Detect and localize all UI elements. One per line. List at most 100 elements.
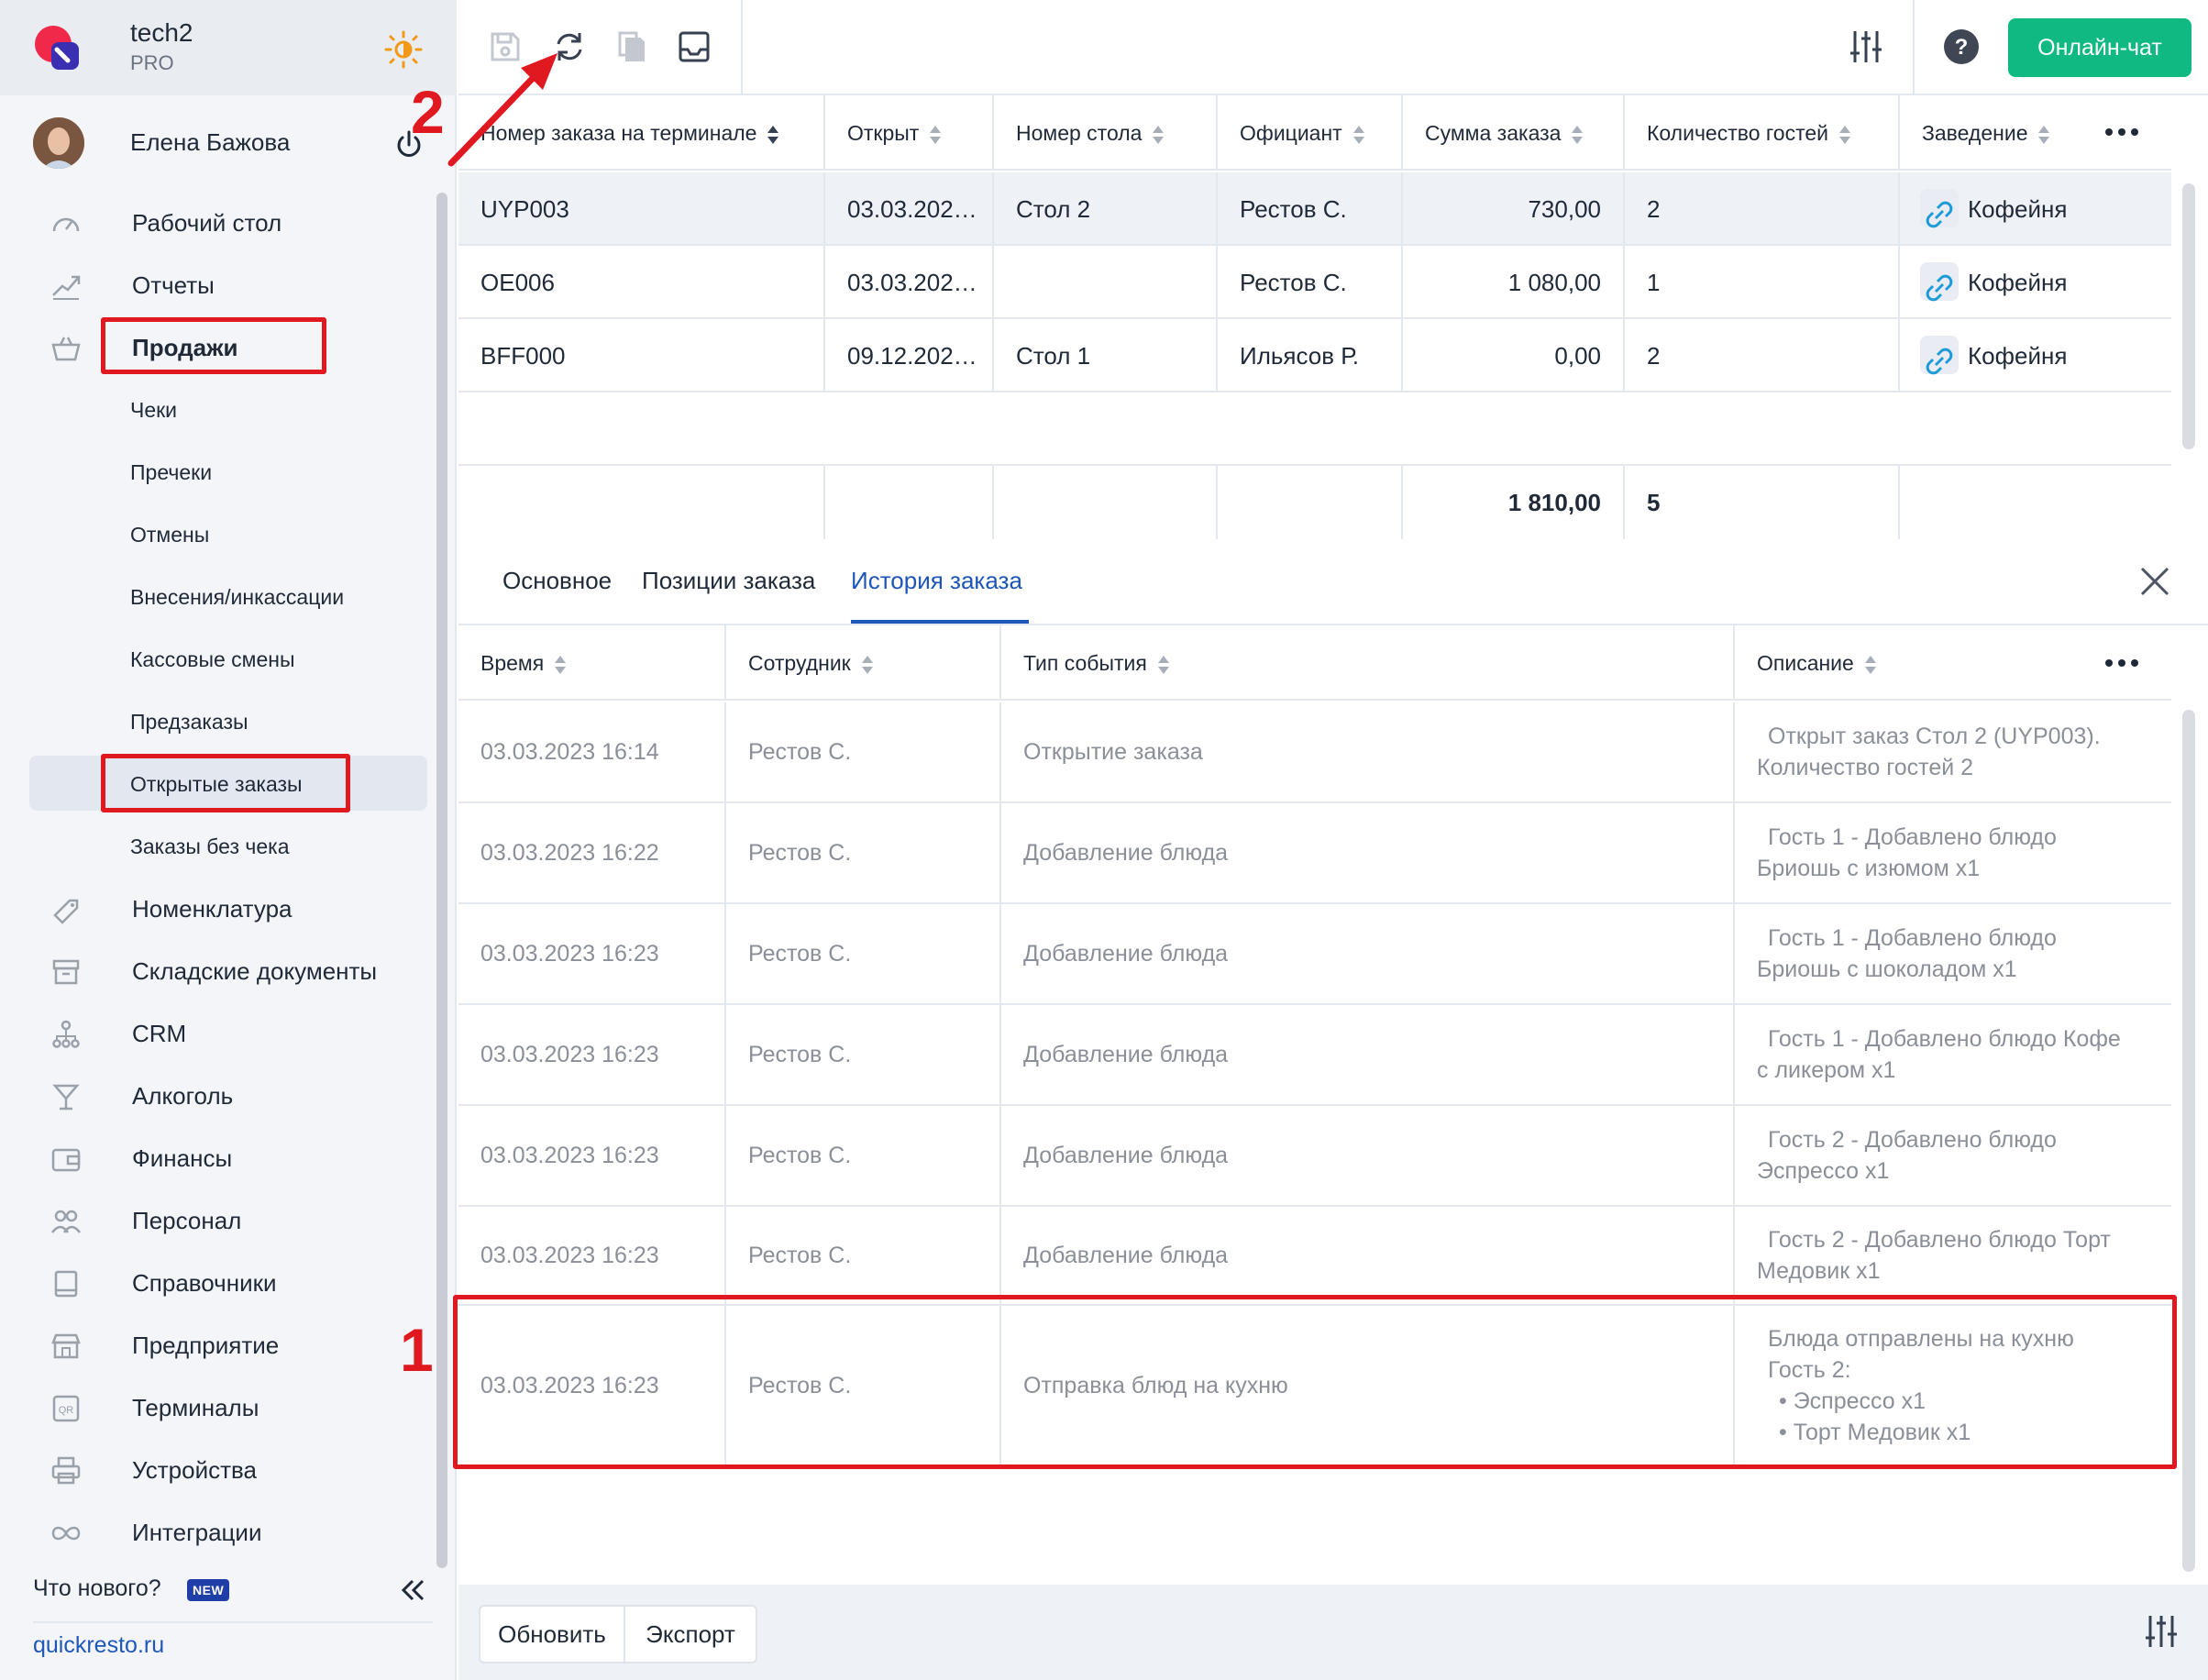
nav-staff[interactable]: Персонал: [0, 1192, 431, 1247]
tab-order-history[interactable]: История заказа: [851, 567, 1022, 595]
history-row[interactable]: 03.03.2023 16:14 Рестов С. Открытие зака…: [458, 702, 2171, 803]
table-row[interactable]: BFF000 09.12.202… Стол 1 Ильясов Р. 0,00…: [458, 319, 2171, 392]
sort-icon[interactable]: [1151, 124, 1165, 146]
nav-sub-receipts[interactable]: Чеки: [0, 381, 431, 437]
nav-sub-shifts[interactable]: Кассовые смены: [0, 631, 431, 686]
hierarchy-icon: [52, 1020, 80, 1048]
col-header-waiter[interactable]: Официант: [1218, 95, 1403, 171]
sort-icon[interactable]: [1863, 654, 1878, 676]
nav-reports[interactable]: Отчеты: [0, 257, 431, 312]
cell-event-type: Добавление блюда: [1001, 1106, 1735, 1205]
cell-time: 03.03.2023 16:23: [458, 1005, 726, 1104]
annotation-number-1: 1: [400, 1316, 434, 1384]
divider: [33, 1621, 433, 1623]
online-chat-button[interactable]: Онлайн-чат: [2008, 18, 2191, 77]
history-row[interactable]: 03.03.2023 16:23 Рестов С. Добавление бл…: [458, 904, 2171, 1005]
whats-new-link[interactable]: Что нового?: [33, 1575, 161, 1602]
total-sum: 1 810,00: [1403, 466, 1625, 539]
sort-icon[interactable]: [928, 124, 943, 146]
site-link[interactable]: quickresto.ru: [33, 1632, 164, 1659]
cell-employee: Рестов С.: [726, 1207, 1001, 1304]
nav-terminals[interactable]: QR Терминалы: [0, 1379, 431, 1434]
nav-label: Отчеты: [132, 271, 215, 299]
app-logo[interactable]: [33, 24, 83, 73]
col-header-time[interactable]: Время: [458, 625, 726, 701]
tag-icon: [53, 899, 79, 924]
nav-label: Отмены: [130, 523, 210, 547]
col-header-opened[interactable]: Открыт: [825, 95, 994, 171]
link-icon[interactable]: [1920, 189, 1959, 228]
history-row[interactable]: 03.03.2023 16:23 Рестов С. Добавление бл…: [458, 1207, 2171, 1306]
nav-sub-cash-ops[interactable]: Внесения/инкассации: [0, 569, 431, 624]
sun-icon[interactable]: [383, 29, 424, 70]
col-header-event-type[interactable]: Тип события: [1001, 625, 1735, 701]
link-icon[interactable]: [1920, 336, 1959, 375]
col-header-description[interactable]: Описание: [1735, 625, 2171, 701]
user-name: Елена Бажова: [130, 128, 291, 156]
cell-employee: Рестов С.: [726, 1106, 1001, 1205]
bottom-bar: Обновить Экспорт: [458, 1585, 2208, 1680]
nav-sub-preorders[interactable]: Предзаказы: [0, 693, 431, 748]
basket-icon: [51, 337, 81, 361]
sidebar-scrollbar[interactable]: [436, 193, 447, 1568]
tab-general[interactable]: Основное: [502, 567, 612, 595]
cell-description: Гость 2 - Добавлено блюдо Эспрессо x1: [1735, 1106, 2171, 1205]
col-header-guests[interactable]: Количество гостей: [1625, 95, 1900, 171]
cell-guests: 1: [1625, 246, 1900, 319]
nav-desktop[interactable]: Рабочий стол: [0, 194, 431, 249]
more-icon[interactable]: [2103, 656, 2140, 670]
sort-icon[interactable]: [766, 124, 780, 146]
more-icon[interactable]: [2103, 125, 2140, 139]
refresh-button[interactable]: Обновить: [479, 1605, 625, 1663]
tab-order-items[interactable]: Позиции заказа: [642, 567, 815, 595]
sliders-icon[interactable]: [1847, 28, 1885, 66]
history-row[interactable]: 03.03.2023 16:22 Рестов С. Добавление бл…: [458, 803, 2171, 904]
nav-devices[interactable]: Устройства: [0, 1442, 431, 1497]
cell-venue: Кофейня: [1900, 246, 2171, 319]
header-label: Описание: [1757, 651, 1854, 675]
nav-warehouse[interactable]: Складские документы: [0, 943, 431, 998]
nav-references[interactable]: Справочники: [0, 1254, 431, 1310]
nav-crm[interactable]: CRM: [0, 1005, 431, 1060]
close-icon[interactable]: [2136, 563, 2173, 600]
col-header-venue[interactable]: Заведение: [1900, 95, 2171, 171]
orders-scrollbar[interactable]: [2182, 183, 2195, 449]
desc-line: Гость 2 - Добавлено блюдо: [1768, 1127, 2057, 1153]
history-row[interactable]: 03.03.2023 16:23 Рестов С. Добавление бл…: [458, 1005, 2171, 1106]
sort-icon[interactable]: [1352, 124, 1366, 146]
history-scrollbar[interactable]: [2182, 710, 2195, 1572]
help-icon[interactable]: ?: [1942, 28, 1981, 66]
col-header-employee[interactable]: Сотрудник: [726, 625, 1001, 701]
nav-label: Заказы без чека: [130, 834, 290, 858]
sort-icon[interactable]: [860, 654, 875, 676]
link-icon[interactable]: [1920, 262, 1959, 302]
sort-icon[interactable]: [1838, 124, 1852, 146]
col-header-order-sum[interactable]: Сумма заказа: [1403, 95, 1625, 171]
table-row[interactable]: UYP003 03.03.202… Стол 2 Рестов С. 730,0…: [458, 172, 2171, 246]
nav-alcohol[interactable]: Алкоголь: [0, 1067, 431, 1122]
nav-label: Персонал: [132, 1207, 242, 1234]
sort-icon[interactable]: [2037, 124, 2051, 146]
nav-finance[interactable]: Финансы: [0, 1130, 431, 1185]
avatar[interactable]: [33, 117, 84, 169]
nav-sub-prechecks[interactable]: Пречеки: [0, 444, 431, 499]
nav-enterprise[interactable]: Предприятие: [0, 1317, 431, 1372]
sort-icon[interactable]: [1156, 654, 1171, 676]
sort-icon[interactable]: [1570, 124, 1584, 146]
nav-sub-cancellations[interactable]: Отмены: [0, 506, 431, 561]
nav-sub-orders-no-check[interactable]: Заказы без чека: [0, 818, 431, 873]
sort-icon[interactable]: [553, 654, 568, 676]
copy-icon[interactable]: [613, 28, 651, 66]
history-row[interactable]: 03.03.2023 16:23 Рестов С. Добавление бл…: [458, 1106, 2171, 1207]
nav-nomenclature[interactable]: Номенклатура: [0, 880, 431, 935]
nav-integrations[interactable]: Интеграции: [0, 1504, 431, 1559]
desc-line: с ликером x1: [1757, 1057, 1896, 1083]
collapse-sidebar-icon[interactable]: [396, 1574, 429, 1607]
inbox-icon[interactable]: [675, 28, 713, 66]
table-row[interactable]: OE006 03.03.202… Рестов С. 1 080,00 1 Ко…: [458, 246, 2171, 319]
nav-label: Алкоголь: [132, 1082, 234, 1110]
export-button[interactable]: Экспорт: [624, 1605, 757, 1663]
sliders-icon[interactable]: [2142, 1612, 2180, 1651]
sidebar: tech2 PRO Елена Бажова Рабочий стол Отче…: [0, 0, 457, 1680]
col-header-table-number[interactable]: Номер стола: [994, 95, 1218, 171]
